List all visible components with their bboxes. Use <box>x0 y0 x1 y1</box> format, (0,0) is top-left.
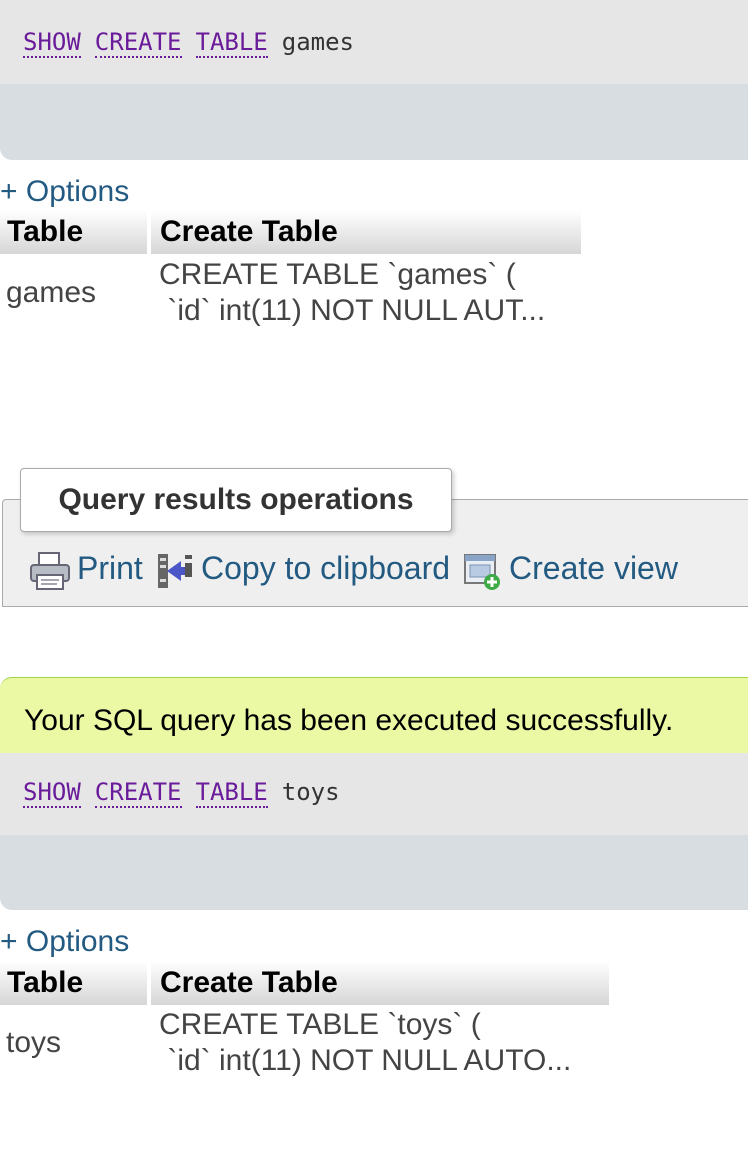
sql-table-name: games <box>281 28 354 56</box>
table-cell-create-statement[interactable]: CREATE TABLE `games` ( `id` int(11) NOT … <box>159 257 545 329</box>
create-view-link[interactable]: Create view <box>463 546 678 590</box>
clipboard-copy-icon <box>158 553 192 588</box>
table-cell-table-name: toys <box>6 1026 62 1059</box>
table-header-create-table[interactable]: Create Table <box>151 210 581 254</box>
sql-keyword-create[interactable]: CREATE <box>94 778 182 808</box>
success-message: Your SQL query has been executed success… <box>0 677 748 754</box>
create-view-label: Create view <box>509 550 678 586</box>
sql-keyword-show[interactable]: SHOW <box>23 28 81 58</box>
sql-query-footer <box>0 84 748 160</box>
table-cell-table-name: games <box>6 276 97 309</box>
create-statement-line1: CREATE TABLE `toys` ( <box>159 1008 481 1041</box>
sql-query-text: SHOW CREATE TABLE games <box>23 28 354 58</box>
create-statement-line2: `id` int(11) NOT NULL AUT... <box>159 294 546 327</box>
query-results-operations-legend: Query results operations <box>20 468 452 532</box>
copy-to-clipboard-link[interactable]: Copy to clipboard <box>155 546 450 590</box>
sql-query-footer <box>0 835 748 910</box>
create-statement-line2: `id` int(11) NOT NULL AUTO... <box>159 1044 572 1077</box>
sql-keyword-table[interactable]: TABLE <box>195 778 268 808</box>
sql-query-panel: SHOW CREATE TABLE toys <box>0 753 748 835</box>
sql-table-name: toys <box>281 778 340 806</box>
sql-query-text: SHOW CREATE TABLE toys <box>23 778 340 808</box>
print-link[interactable]: Print <box>29 546 143 590</box>
sql-keyword-create[interactable]: CREATE <box>94 28 182 58</box>
table-cell-create-statement[interactable]: CREATE TABLE `toys` ( `id` int(11) NOT N… <box>159 1007 571 1079</box>
print-label: Print <box>77 550 143 586</box>
table-header-table[interactable]: Table <box>0 210 147 254</box>
sql-keyword-show[interactable]: SHOW <box>23 778 81 808</box>
copy-to-clipboard-label: Copy to clipboard <box>201 550 451 586</box>
table-header-create-table[interactable]: Create Table <box>151 961 609 1005</box>
printer-icon <box>30 551 70 590</box>
sql-keyword-table[interactable]: TABLE <box>195 28 268 58</box>
success-message-text: Your SQL query has been executed success… <box>24 704 674 737</box>
sql-query-panel: SHOW CREATE TABLE games <box>0 0 748 84</box>
create-statement-line1: CREATE TABLE `games` ( <box>159 258 516 291</box>
options-link[interactable]: + Options <box>0 175 129 209</box>
create-view-icon <box>464 553 500 590</box>
options-link[interactable]: + Options <box>0 925 129 959</box>
table-header-table[interactable]: Table <box>0 961 147 1005</box>
